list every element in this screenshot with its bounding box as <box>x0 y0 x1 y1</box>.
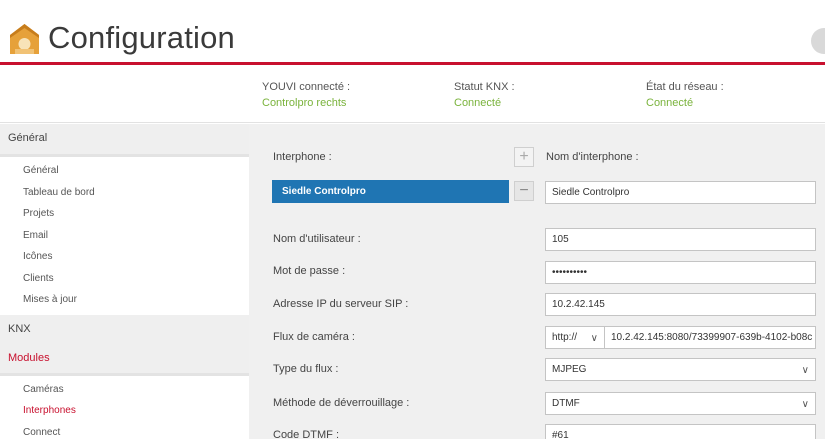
sidebar-item-clients[interactable]: Clients <box>0 268 249 290</box>
interphone-label: Interphone : <box>273 151 332 163</box>
sidebar: Général Général Tableau de bord Projets … <box>0 124 249 439</box>
sidebar-item-email[interactable]: Email <box>0 225 249 247</box>
interphone-name-field[interactable]: Siedle Controlpro <box>545 181 816 204</box>
sip-server-field[interactable]: 10.2.42.145 <box>545 293 816 316</box>
sidebar-item-general[interactable]: Général <box>0 160 249 182</box>
sidebar-item-projects[interactable]: Projets <box>0 203 249 225</box>
remove-interphone-button[interactable]: − <box>514 181 534 201</box>
chevron-down-icon: ∨ <box>801 365 809 376</box>
camera-stream-label: Flux de caméra : <box>273 331 355 343</box>
interphone-list-item[interactable]: Siedle Controlpro <box>272 180 509 203</box>
add-interphone-button[interactable]: + <box>514 147 534 167</box>
sidebar-section-modules[interactable]: Modules <box>0 343 249 373</box>
youvi-status: YOUVI connecté : Controlpro rechts <box>262 79 350 111</box>
knx-status: Statut KNX : Connecté <box>454 79 515 111</box>
password-label: Mot de passe : <box>273 265 346 277</box>
sidebar-item-interphones[interactable]: Interphones <box>0 400 249 422</box>
status-label: YOUVI connecté : <box>262 81 351 93</box>
app-header: Configuration <box>0 0 825 62</box>
chevron-down-icon: ∨ <box>801 399 809 410</box>
chat-bubble-icon[interactable] <box>811 28 825 54</box>
camera-protocol-value: http:// <box>552 332 578 343</box>
chevron-down-icon: ∨ <box>590 333 598 344</box>
status-value: Controlpro rechts <box>262 97 347 109</box>
sidebar-item-dashboard[interactable]: Tableau de bord <box>0 182 249 204</box>
stream-type-value: MJPEG <box>552 364 587 375</box>
sidebar-item-updates[interactable]: Mises à jour <box>0 289 249 311</box>
sip-server-label: Adresse IP du serveur SIP : <box>273 298 409 310</box>
status-label: Statut KNX : <box>454 81 515 93</box>
status-label: État du réseau : <box>646 81 724 93</box>
dtmf-code-label: Code DTMF : <box>273 429 340 439</box>
stream-type-select[interactable]: MJPEG ∨ <box>545 358 816 381</box>
sidebar-list-general: Général Tableau de bord Projets Email Ic… <box>0 154 249 315</box>
status-value: Connecté <box>454 97 502 109</box>
app-title: Configuration <box>48 20 235 55</box>
username-label: Nom d'utilisateur : <box>273 233 361 245</box>
username-field[interactable]: 105 <box>545 228 816 251</box>
sidebar-item-connect[interactable]: Connect <box>0 422 249 439</box>
sidebar-section-general[interactable]: Général <box>0 124 249 154</box>
camera-url-field[interactable]: 10.2.42.145:8080/73399907-639b-4102-b08c <box>605 326 816 349</box>
interphone-name-label: Nom d'interphone : <box>546 151 639 163</box>
unlock-method-value: DTMF <box>552 398 580 409</box>
sidebar-item-cameras[interactable]: Caméras <box>0 379 249 401</box>
home-sun-icon <box>10 24 39 54</box>
sidebar-item-icons[interactable]: Icônes <box>0 246 249 268</box>
password-field[interactable]: •••••••••• <box>545 261 816 284</box>
unlock-method-label: Méthode de déverrouillage : <box>273 397 410 409</box>
unlock-method-select[interactable]: DTMF ∨ <box>545 392 816 415</box>
network-status: État du réseau : Connecté <box>646 79 724 111</box>
stream-type-label: Type du flux : <box>273 363 339 375</box>
dtmf-code-field[interactable]: #61 <box>545 424 816 439</box>
camera-protocol-select[interactable]: http:// ∨ <box>545 326 605 349</box>
status-bar: YOUVI connecté : Controlpro rechts Statu… <box>0 65 825 123</box>
sidebar-list-modules: Caméras Interphones Connect <box>0 372 249 439</box>
sidebar-section-knx[interactable]: KNX <box>0 314 249 344</box>
status-value: Connecté <box>646 97 694 109</box>
